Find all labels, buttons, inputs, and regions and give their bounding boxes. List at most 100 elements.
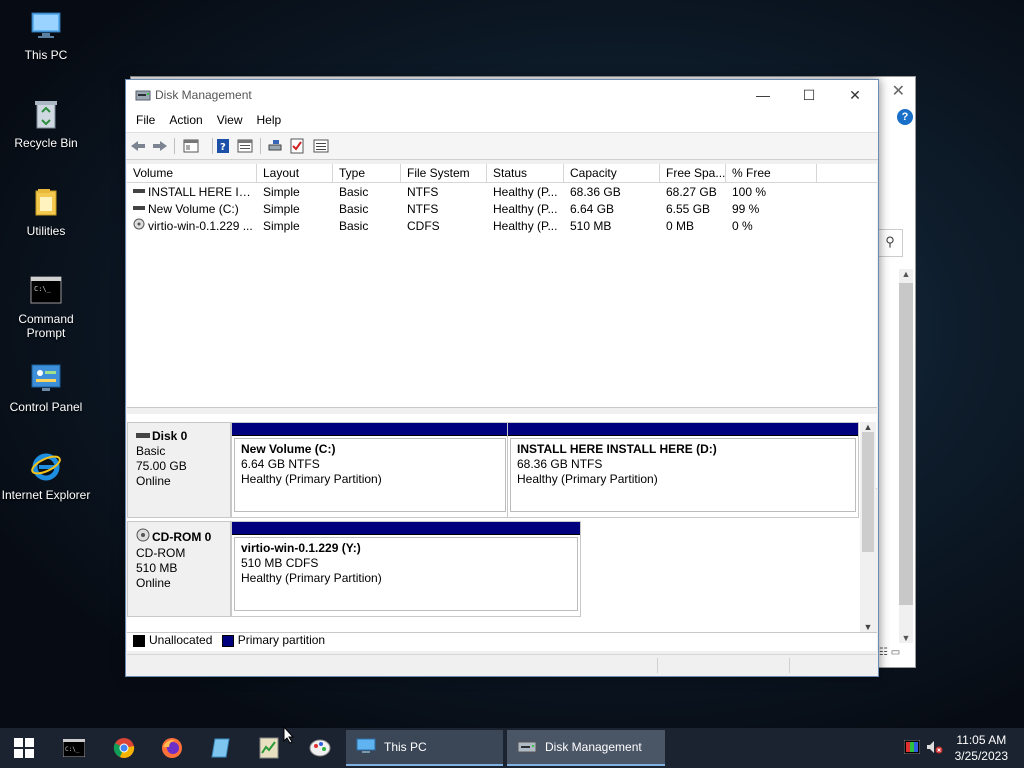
table-row[interactable]: INSTALL HERE INS... Simple Basic NTFS He… (127, 184, 877, 201)
firefox-icon[interactable] (148, 728, 196, 768)
pane-splitter[interactable] (127, 407, 877, 414)
disk-name: CD-ROM 0 (152, 529, 212, 544)
cell-type: Basic (339, 185, 369, 199)
maximize-button[interactable]: ☐ (786, 80, 832, 110)
column-header-capacity[interactable]: Capacity (564, 164, 660, 182)
legend-swatch-unallocated (133, 634, 145, 647)
column-header-free-space[interactable]: Free Spa... (660, 164, 726, 182)
menu-action[interactable]: Action (162, 110, 209, 132)
taskbar: C:\_ This PC Disk Management 11:05 AM 3/… (0, 728, 1024, 768)
help-book-icon[interactable]: ? (214, 137, 232, 155)
checklist-icon[interactable] (288, 137, 306, 155)
minimize-button[interactable]: — (740, 80, 786, 110)
menu-file[interactable]: File (129, 110, 162, 132)
cell-type: Basic (339, 219, 369, 233)
notepad-icon[interactable] (197, 728, 245, 768)
desktop-icon-control-panel[interactable]: Control Panel (0, 360, 92, 414)
desktop-icon-label: Utilities (26, 224, 66, 238)
search-icon[interactable]: ⚲ (877, 229, 903, 257)
command-prompt-icon: C:\_ (28, 272, 64, 308)
disk-pane-scrollbar[interactable]: ▲ ▼ (860, 422, 876, 632)
desktop-icon-command-prompt[interactable]: C:\_ Command Prompt (0, 272, 92, 340)
partition-c[interactable]: New Volume (C:) 6.64 GB NTFS Healthy (Pr… (231, 422, 509, 518)
desktop-icon-label: Control Panel (9, 400, 83, 414)
volume-muted-icon[interactable] (926, 740, 944, 757)
scroll-up-icon[interactable]: ▲ (860, 422, 876, 432)
cell-capacity: 510 MB (570, 219, 612, 233)
properties-icon[interactable] (236, 137, 254, 155)
partition-d[interactable]: INSTALL HERE INSTALL HERE (D:) 68.36 GB … (507, 422, 859, 518)
volume-list-header: Volume Layout Type File System Status Ca… (127, 164, 877, 183)
partition-name: virtio-win-0.1.229 (Y:) (241, 541, 361, 555)
task-label: This PC (384, 740, 427, 754)
close-icon[interactable]: ✕ (892, 81, 905, 101)
cell-capacity: 68.36 GB (570, 185, 621, 199)
column-header-file-system[interactable]: File System (401, 164, 487, 182)
console-tree-icon[interactable] (182, 137, 200, 155)
title-bar[interactable]: Disk Management — ☐ ✕ (126, 80, 878, 110)
desktop-icon-label: Recycle Bin (14, 136, 78, 150)
svg-text:?: ? (220, 142, 226, 153)
legend-label: Unallocated (149, 633, 213, 647)
list-view-icon[interactable] (312, 137, 330, 155)
desktop-icon-internet-explorer[interactable]: Internet Explorer (0, 448, 92, 502)
scroll-down-icon[interactable]: ▼ (860, 622, 876, 632)
scroll-thumb[interactable] (899, 283, 913, 605)
connect-drive-icon[interactable] (266, 137, 284, 155)
start-button[interactable] (0, 728, 48, 768)
clock[interactable]: 11:05 AM 3/25/2023 (955, 732, 1008, 764)
desktop-icon-utilities[interactable]: Utilities (0, 184, 92, 238)
help-icon[interactable]: ? (897, 109, 913, 125)
disk-label[interactable]: CD-ROM 0 CD-ROM 510 MB Online (127, 521, 231, 617)
command-prompt-icon[interactable]: C:\_ (50, 728, 98, 768)
folder-icon (28, 184, 64, 220)
table-row[interactable]: virtio-win-0.1.229 ... Simple Basic CDFS… (127, 218, 877, 235)
paint-icon[interactable] (296, 728, 344, 768)
chrome-icon[interactable] (100, 728, 148, 768)
view-toggle-icons[interactable]: ☷ ▭ (879, 647, 911, 661)
scroll-up-icon[interactable]: ▲ (899, 269, 913, 279)
back-arrow-icon[interactable] (129, 137, 147, 155)
cell-status: Healthy (P... (493, 185, 558, 199)
status-bar (127, 654, 877, 675)
menu-view[interactable]: View (210, 110, 250, 132)
cell-free-space: 0 MB (666, 219, 695, 233)
internet-explorer-icon (28, 448, 64, 484)
cell-percent-free: 0 % (732, 219, 753, 233)
table-row[interactable]: New Volume (C:) Simple Basic NTFS Health… (127, 201, 877, 218)
disk-name: Disk 0 (152, 429, 188, 443)
close-button[interactable]: ✕ (832, 80, 878, 110)
desktop-icon-this-pc[interactable]: This PC (0, 8, 92, 62)
disk-layout-pane: Disk 0 Basic 75.00 GB Online New Volume … (127, 422, 860, 632)
desktop-icon-recycle-bin[interactable]: Recycle Bin (0, 96, 92, 150)
disk-icon (136, 429, 150, 444)
color-display-icon[interactable] (903, 739, 921, 757)
partition-y[interactable]: virtio-win-0.1.229 (Y:) 510 MB CDFS Heal… (231, 521, 581, 617)
partition-size: 6.64 GB NTFS (241, 457, 320, 471)
mouse-cursor-icon (283, 725, 295, 747)
cell-layout: Simple (263, 185, 300, 199)
column-header-status[interactable]: Status (487, 164, 564, 182)
disk-label[interactable]: Disk 0 Basic 75.00 GB Online (127, 422, 231, 518)
scroll-down-icon[interactable]: ▼ (899, 633, 913, 643)
partition-name: New Volume (C:) (241, 442, 336, 456)
desktop-icon-label: Internet Explorer (1, 488, 91, 502)
scrollbar[interactable]: ▲ ▼ (899, 269, 913, 643)
menu-help[interactable]: Help (250, 110, 289, 132)
column-header-type[interactable]: Type (333, 164, 401, 182)
disk-row-cdrom-0: CD-ROM 0 CD-ROM 510 MB Online virtio-win… (127, 521, 860, 617)
column-header-layout[interactable]: Layout (257, 164, 333, 182)
partition-status: Healthy (Primary Partition) (517, 472, 658, 486)
partition-name: INSTALL HERE INSTALL HERE (D:) (517, 442, 717, 456)
task-this-pc[interactable]: This PC (346, 730, 503, 766)
cd-drive-icon (136, 528, 150, 546)
disk-management-window: Disk Management — ☐ ✕ File Action View H… (125, 79, 879, 677)
forward-arrow-icon[interactable] (151, 137, 169, 155)
column-header-percent-free[interactable]: % Free (726, 164, 817, 182)
cell-volume: New Volume (C:) (148, 202, 239, 216)
disk-management-icon (135, 88, 151, 102)
column-header-volume[interactable]: Volume (127, 164, 257, 182)
cell-capacity: 6.64 GB (570, 202, 615, 216)
scroll-thumb[interactable] (862, 432, 874, 552)
task-disk-management[interactable]: Disk Management (507, 730, 665, 766)
